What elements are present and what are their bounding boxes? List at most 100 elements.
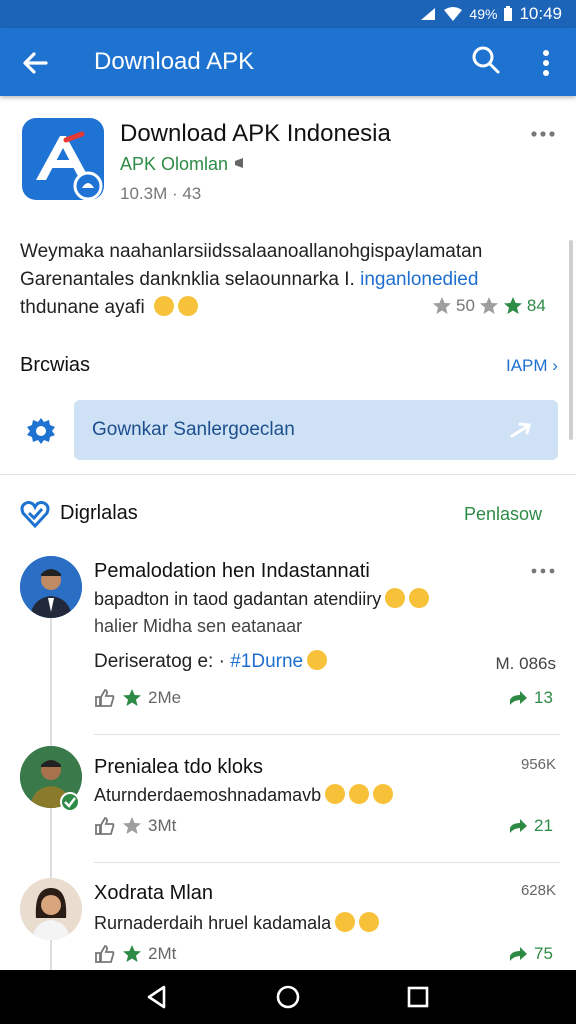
post-detail-label: Deriseratog e: · bbox=[94, 651, 225, 672]
post-likes: 2Mt bbox=[148, 944, 177, 963]
apk-logo-icon bbox=[36, 131, 103, 201]
feed-section-title: Digrlalas bbox=[60, 502, 138, 524]
rating-value-1: 50 bbox=[456, 296, 475, 315]
star-icon bbox=[433, 297, 451, 314]
download-button[interactable]: Gownkar Sanlergoeclan bbox=[74, 400, 558, 460]
back-arrow-icon[interactable] bbox=[18, 46, 52, 80]
overflow-menu-icon[interactable] bbox=[534, 46, 558, 80]
app-developer-link[interactable]: APK Olomlan bbox=[120, 154, 251, 175]
share-icon bbox=[510, 691, 527, 705]
like-icon[interactable] bbox=[94, 944, 116, 964]
description-line-2: Garenantales danknklia selaounnarka I. i… bbox=[20, 266, 540, 294]
emoji-icon bbox=[409, 588, 430, 608]
status-bar: 49% 10:49 bbox=[0, 0, 576, 28]
share-icon bbox=[510, 819, 527, 833]
app-bar-title: Download APK bbox=[94, 48, 255, 75]
divider bbox=[94, 862, 560, 863]
post-text-line: Aturnderdaemoshnadamavb bbox=[94, 784, 394, 806]
post-text: bapadton in taod gadantan atendiiry bbox=[94, 589, 382, 609]
emoji-icon bbox=[153, 296, 174, 316]
wifi-icon bbox=[444, 7, 463, 21]
emoji-icon bbox=[349, 784, 370, 804]
post-text-line-2: halier Midha sen eatanaar bbox=[94, 616, 303, 636]
browse-see-more-link[interactable]: IAPM › bbox=[506, 356, 558, 376]
post-title[interactable]: Prenialea tdo kloks bbox=[94, 756, 263, 779]
like-icon[interactable] bbox=[94, 688, 116, 708]
post-count: 628K bbox=[520, 882, 556, 899]
battery-icon bbox=[504, 6, 513, 21]
post-share-button[interactable]: 13 bbox=[508, 688, 553, 708]
verified-badge-icon bbox=[60, 792, 80, 812]
emoji-icon bbox=[359, 912, 380, 932]
nav-home-icon[interactable] bbox=[275, 984, 301, 1010]
post-actions: 3Mt bbox=[94, 816, 176, 836]
post-more-icon[interactable] bbox=[528, 564, 558, 578]
star-icon[interactable] bbox=[122, 944, 142, 964]
nav-back-icon[interactable] bbox=[144, 984, 170, 1010]
post-likes: 3Mt bbox=[148, 816, 177, 835]
post-share-button[interactable]: 21 bbox=[508, 816, 553, 836]
app-name: Download APK Indonesia bbox=[120, 120, 391, 147]
post-shares: 21 bbox=[534, 816, 553, 835]
rating-row: 50 84 bbox=[432, 296, 546, 316]
arrow-up-right-icon bbox=[510, 422, 531, 438]
emoji-icon bbox=[335, 912, 356, 932]
feed-follow-link[interactable]: Penlasow bbox=[464, 504, 542, 525]
avatar[interactable] bbox=[20, 878, 82, 940]
developer-name: APK Olomlan bbox=[120, 154, 229, 174]
post-text: Aturnderdaemoshnadamavb bbox=[94, 785, 322, 805]
star-icon[interactable] bbox=[122, 688, 142, 708]
description-text: Garenantales danknklia selaounnarka I. bbox=[20, 269, 361, 290]
clock: 10:49 bbox=[519, 4, 562, 23]
share-icon bbox=[510, 947, 527, 961]
rating-value-2: 84 bbox=[526, 296, 546, 315]
star-icon bbox=[503, 297, 522, 314]
post-shares: 13 bbox=[534, 688, 553, 707]
megaphone-icon bbox=[235, 158, 244, 168]
star-icon[interactable] bbox=[122, 816, 142, 836]
post-share-button[interactable]: 75 bbox=[508, 944, 553, 964]
post-shares: 75 bbox=[534, 944, 553, 963]
scrollbar[interactable] bbox=[569, 240, 573, 440]
gear-icon bbox=[27, 418, 55, 444]
divider bbox=[0, 474, 576, 475]
post-count: 956K bbox=[520, 756, 556, 773]
post-detail-right: M. 086s bbox=[495, 654, 556, 673]
post-text: Rurnaderdaih hruel kadamala bbox=[94, 913, 332, 933]
post-actions: 2Mt bbox=[94, 944, 176, 964]
emoji-icon bbox=[177, 296, 198, 316]
person-avatar-icon bbox=[20, 878, 82, 940]
emoji-icon bbox=[307, 650, 328, 670]
more-horizontal-icon[interactable] bbox=[528, 124, 558, 144]
app-icon[interactable] bbox=[22, 118, 104, 201]
chevron-right-icon: › bbox=[552, 356, 558, 375]
description-link[interactable]: inganlonedied bbox=[360, 269, 478, 290]
search-icon[interactable] bbox=[470, 44, 502, 76]
post-likes: 2Me bbox=[148, 688, 182, 707]
description-text-3: thdunane ayafi bbox=[20, 297, 145, 318]
download-button-label: Gownkar Sanlergoeclan bbox=[92, 419, 295, 440]
emoji-icon bbox=[325, 784, 346, 804]
browse-section-title: Brcwias bbox=[20, 354, 91, 376]
app-bar: Download APK bbox=[0, 28, 576, 96]
post-title[interactable]: Xodrata Mlan bbox=[94, 882, 213, 905]
battery-percent: 49% bbox=[469, 6, 498, 22]
avatar[interactable] bbox=[20, 556, 82, 618]
person-avatar-icon bbox=[20, 556, 82, 618]
description-line-1: Weymaka naahanlarsiidssalaanoallanohgisp… bbox=[20, 241, 483, 262]
app-meta: 10.3M · 43 bbox=[120, 184, 202, 203]
star-icon bbox=[479, 297, 498, 314]
post-title[interactable]: Pemalodation hen Indastannati bbox=[94, 560, 370, 583]
signal-icon bbox=[421, 8, 436, 20]
emoji-icon bbox=[373, 784, 394, 804]
nav-recents-icon[interactable] bbox=[406, 985, 430, 1009]
like-icon[interactable] bbox=[94, 816, 116, 836]
browse-link-label: IAPM bbox=[506, 356, 548, 375]
post-detail-row: Deriseratog e: · #1Durne bbox=[94, 650, 328, 673]
emoji-icon bbox=[385, 588, 406, 608]
post-text-line: bapadton in taod gadantan atendiiry bbox=[94, 588, 430, 610]
heart-icon bbox=[20, 501, 50, 528]
post-actions: 2Me bbox=[94, 688, 181, 708]
system-nav-bar bbox=[0, 970, 576, 1024]
post-hashtag[interactable]: #1Durne bbox=[230, 651, 303, 672]
